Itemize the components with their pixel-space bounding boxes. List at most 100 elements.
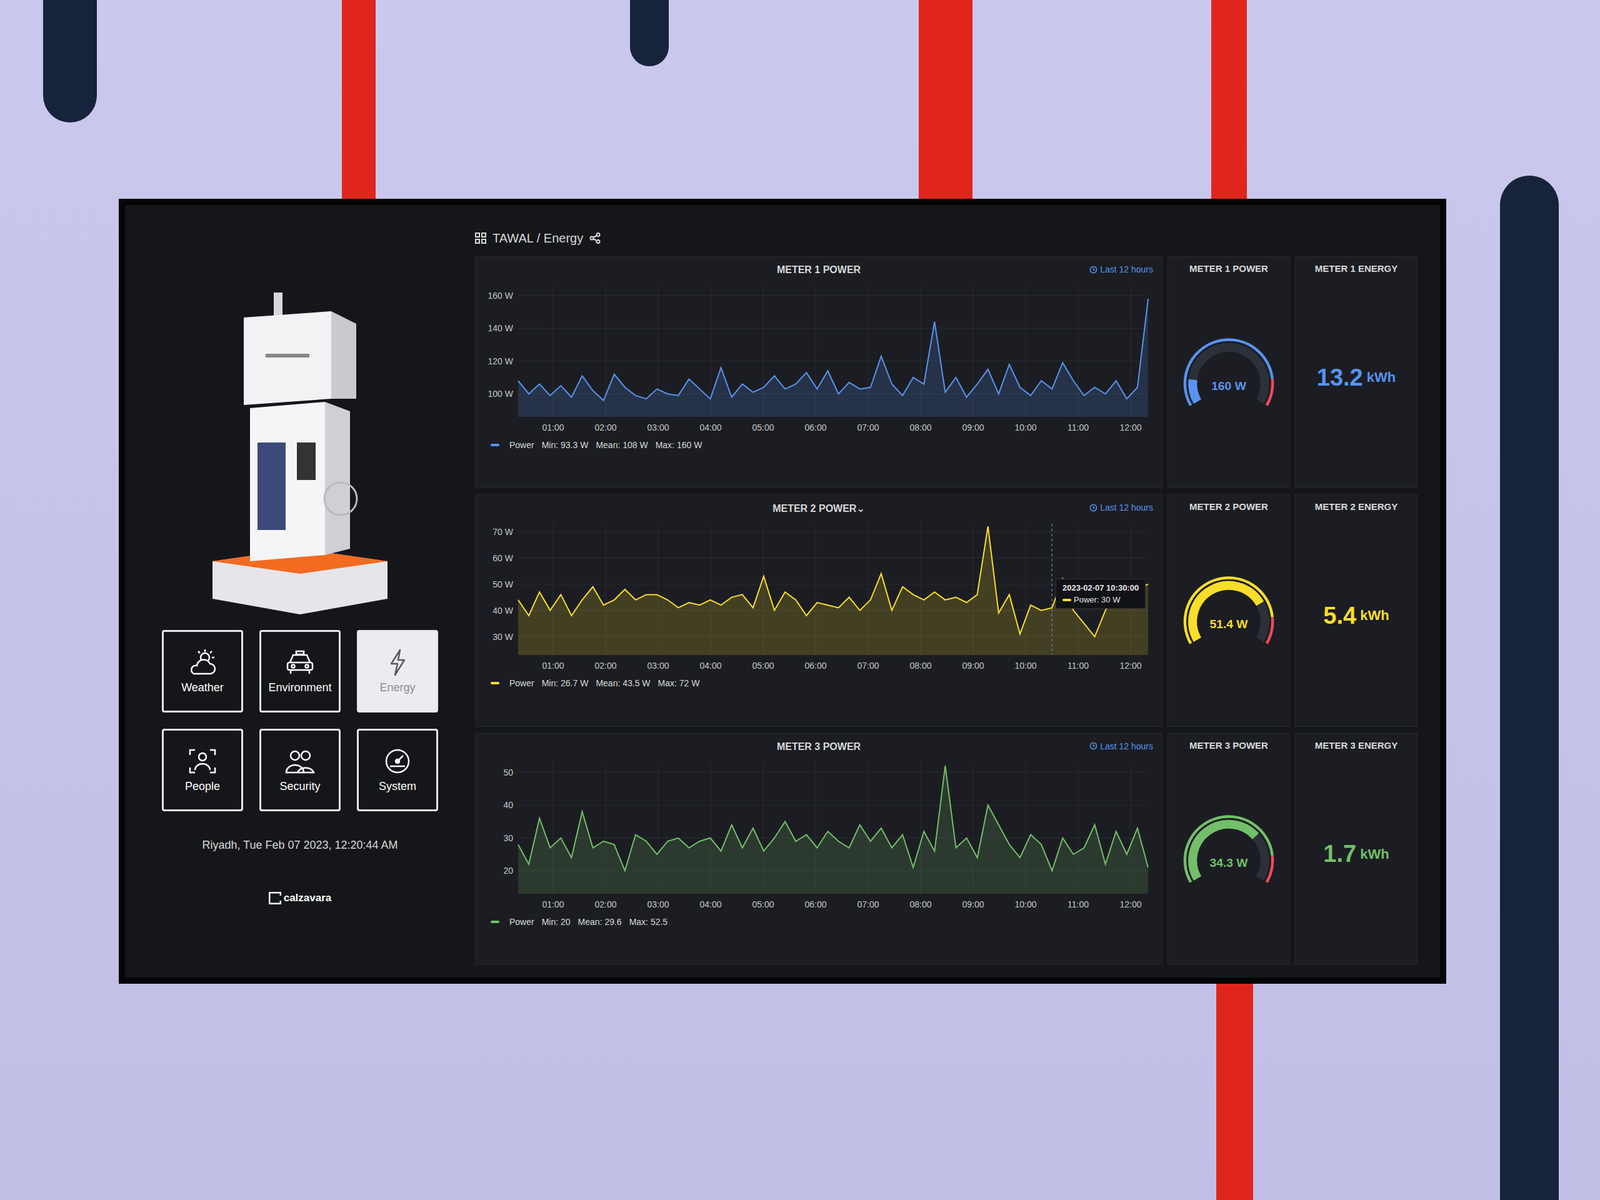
panel-header: METER 3 POWER Last 12 hours — [480, 738, 1157, 755]
energy-value: 5.4 kWh — [1323, 511, 1389, 720]
y-tick: 100 W — [488, 388, 514, 399]
chart-legend: Power Min: 26.7 W Mean: 43.5 W Max: 72 W — [480, 676, 1157, 690]
energy-value: 1.7 kWh — [1323, 750, 1389, 959]
chart-area: 30 W40 W50 W60 W70 W01:0002:0003:0004:00… — [480, 516, 1157, 677]
clock-icon — [1089, 265, 1098, 274]
x-tick: 03:00 — [646, 660, 669, 671]
nav-label: People — [185, 780, 220, 794]
x-tick: 04:00 — [699, 899, 722, 910]
time-range[interactable]: Last 12 hours — [1089, 502, 1154, 513]
x-tick: 02:00 — [594, 660, 617, 671]
y-tick: 50 W — [492, 579, 514, 590]
nav-button[interactable]: Weather — [161, 630, 244, 713]
wall-stripe — [630, 0, 669, 67]
people-icon — [283, 747, 317, 775]
x-tick: 09:00 — [961, 899, 984, 910]
x-tick: 03:00 — [646, 422, 669, 433]
nav-button[interactable]: People — [161, 728, 244, 812]
y-tick: 50 — [503, 766, 514, 777]
panel-title[interactable]: METER 2 POWER — [1189, 501, 1269, 512]
menu-glyph[interactable]: ⌄ — [856, 503, 865, 514]
grid-line — [518, 804, 1149, 805]
x-tick: 01:00 — [541, 660, 564, 671]
grid-line — [518, 360, 1149, 362]
x-tick: 10:00 — [1014, 899, 1037, 910]
chart-tooltip: 2023-02-07 10:30:00 Power: 30 W — [1055, 578, 1146, 609]
legend-min: Min: 26.7 W — [541, 678, 589, 689]
x-tick: 06:00 — [804, 422, 827, 433]
x-tick: 11:00 — [1067, 660, 1089, 671]
breadcrumb[interactable]: TAWAL / Energy — [492, 231, 584, 246]
time-range[interactable]: Last 12 hours — [1089, 264, 1154, 275]
energy-unit: kWh — [1360, 846, 1389, 863]
chart-legend: Power Min: 93.3 W Mean: 108 W Max: 160 W — [480, 438, 1157, 452]
x-tick: 09:00 — [961, 660, 984, 671]
energy-number: 1.7 — [1323, 840, 1357, 868]
legend-label[interactable]: Power — [509, 916, 535, 927]
legend-mean: Mean: 29.6 — [578, 916, 622, 927]
gauge: 51.4 W — [1173, 511, 1284, 720]
x-tick: 11:00 — [1067, 899, 1089, 910]
panel-title[interactable]: METER 1 ENERGY — [1315, 263, 1399, 274]
brand-mark-icon — [268, 891, 282, 905]
time-range[interactable]: Last 12 hours — [1089, 741, 1154, 752]
grid-line — [518, 531, 1149, 532]
x-tick: 07:00 — [856, 422, 879, 433]
legend-mean: Mean: 43.5 W — [595, 678, 650, 689]
energy-number: 5.4 — [1323, 602, 1357, 630]
panel-title[interactable]: METER 2 ENERGY — [1315, 501, 1399, 512]
panel-rows: METER 1 POWER Last 12 hours 100 W120 W14… — [475, 256, 1418, 965]
nav-button[interactable]: Security — [259, 728, 341, 812]
gauge: 34.3 W — [1173, 750, 1284, 959]
y-tick: 40 — [503, 800, 514, 810]
legend-max: Max: 160 W — [655, 440, 703, 450]
legend-label[interactable]: Power — [509, 440, 535, 450]
legend-swatch — [490, 681, 500, 685]
line-chart: 100 W120 W140 W160 W01:0002:0003:0004:00… — [480, 278, 1156, 436]
x-tick: 05:00 — [751, 899, 774, 910]
chart-area: 100 W120 W140 W160 W01:0002:0003:0004:00… — [480, 278, 1157, 439]
share-icon[interactable] — [589, 232, 601, 244]
series-area — [518, 765, 1149, 894]
grid-line — [518, 557, 1149, 559]
panel-title[interactable]: METER 1 POWER — [776, 264, 861, 276]
panel-title[interactable]: METER 3 POWER — [776, 741, 861, 753]
y-tick: 30 — [503, 832, 514, 843]
gauge-reading: 34.3 W — [1209, 856, 1249, 870]
tooltip-time: 2023-02-07 10:30:00 — [1062, 583, 1139, 593]
grid-line — [518, 295, 1149, 296]
line-chart: 30 W40 W50 W60 W70 W01:0002:0003:0004:00… — [480, 516, 1156, 674]
nav-button[interactable]: Environment — [259, 630, 341, 713]
legend-label[interactable]: Power — [509, 678, 535, 689]
x-tick: 04:00 — [699, 660, 722, 671]
grid-icon — [475, 232, 487, 244]
nav-button[interactable]: Energy — [356, 630, 439, 713]
y-tick: 120 W — [488, 356, 514, 367]
chart-legend: Power Min: 20 Mean: 29.6 Max: 52.5 — [480, 915, 1157, 929]
x-tick: 05:00 — [751, 660, 774, 671]
x-tick: 02:00 — [594, 899, 617, 910]
panel-title[interactable]: METER 3 POWER — [1189, 740, 1269, 751]
legend-swatch — [490, 443, 500, 447]
panel-title[interactable]: METER 1 POWER — [1189, 263, 1269, 274]
x-tick: 08:00 — [909, 422, 932, 433]
legend-mean: Mean: 108 W — [595, 440, 648, 450]
x-tick: 04:00 — [699, 422, 722, 433]
gauge-panel: METER 2 POWER 51.4 W — [1167, 494, 1290, 727]
panel-title[interactable]: METER 2 POWER⌄ — [772, 502, 865, 515]
grid-line — [518, 771, 1149, 773]
gauge-dial: 51.4 W — [1173, 566, 1284, 665]
chart-panel: METER 1 POWER Last 12 hours 100 W120 W14… — [475, 256, 1163, 489]
x-tick: 06:00 — [804, 660, 827, 671]
legend-swatch — [490, 920, 500, 924]
legend-min: Min: 20 — [541, 916, 571, 927]
datetime: Riyadh, Tue Feb 07 2023, 12:20:44 AM — [201, 838, 398, 852]
series-line — [518, 765, 1149, 871]
nav-label: Security — [279, 780, 320, 794]
energy-unit: kWh — [1366, 369, 1396, 386]
nav-button[interactable]: System — [356, 728, 439, 812]
x-tick: 08:00 — [909, 899, 932, 910]
panel-title[interactable]: METER 3 ENERGY — [1315, 740, 1399, 751]
grid-line — [518, 328, 1149, 329]
wall-stripe — [918, 0, 973, 207]
